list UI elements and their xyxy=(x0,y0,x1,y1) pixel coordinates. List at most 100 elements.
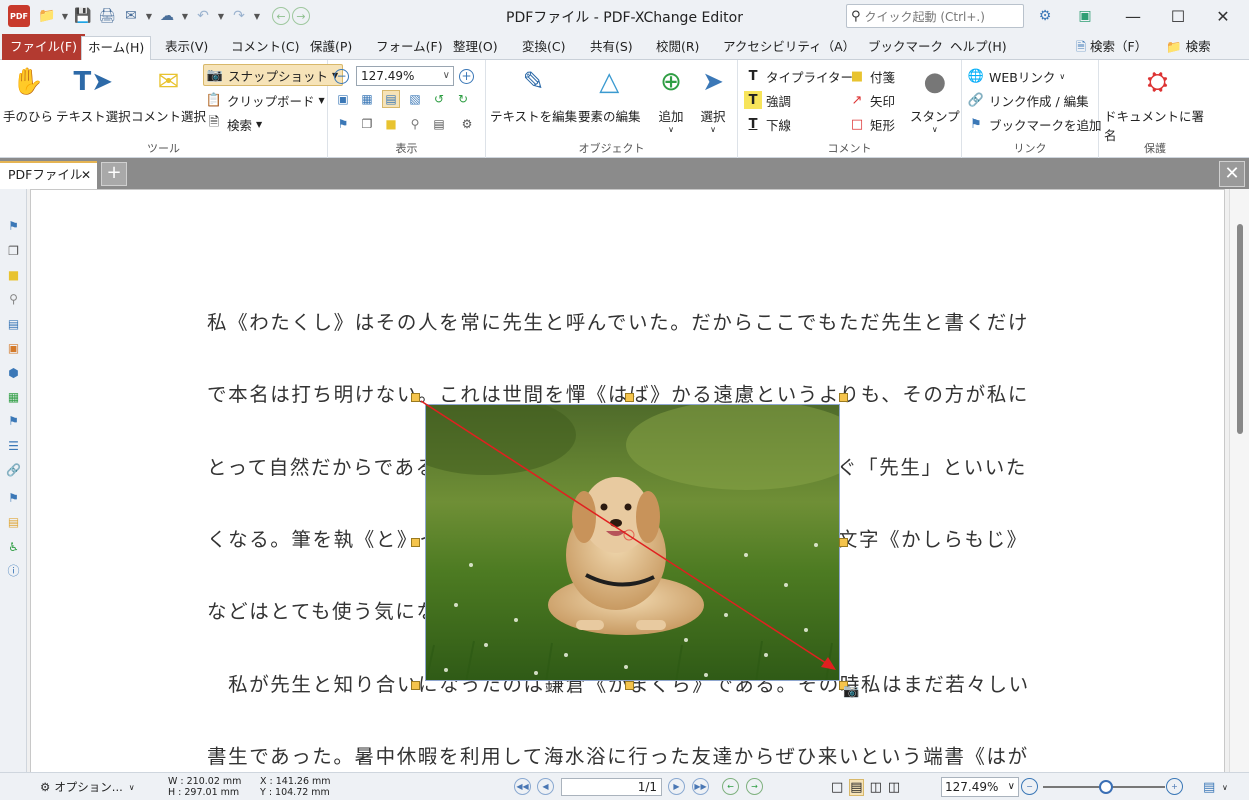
hand-tool-button[interactable]: ✋ 手のひら xyxy=(3,64,53,125)
tags-panel-icon[interactable]: ☰ xyxy=(5,437,22,454)
zoom-out-button[interactable]: − xyxy=(334,65,353,87)
menu-form[interactable]: フォーム(F) xyxy=(370,36,449,60)
comments-panel-icon[interactable]: ■ xyxy=(5,266,22,283)
chevron-down-icon[interactable]: ▼ xyxy=(216,5,226,27)
attachments-icon[interactable]: ⚲ xyxy=(406,115,424,133)
edit-text-button[interactable]: ✎ テキストを編集 xyxy=(490,64,577,125)
add-bookmark-button[interactable]: ⚑ ブックマークを追加 xyxy=(967,113,1101,135)
highlight-button[interactable]: T 強調 xyxy=(744,89,791,111)
menu-share[interactable]: 共有(S) xyxy=(584,36,639,60)
sticky-note-button[interactable]: ■ 付箋 xyxy=(848,65,895,87)
menu-file[interactable]: ファイル(F) xyxy=(2,34,85,60)
menu-organize[interactable]: 整理(O) xyxy=(447,36,504,60)
redo-icon[interactable]: ↷ xyxy=(228,5,250,27)
close-tab-icon[interactable]: ✕ xyxy=(81,163,91,187)
forward-view-button[interactable]: → xyxy=(746,778,763,795)
stamp-button[interactable]: ● スタンプ ∨ xyxy=(910,64,960,134)
chevron-down-icon[interactable]: ▼ xyxy=(180,5,190,27)
snapshot-button[interactable]: 📷 スナップショット ▼ xyxy=(203,64,344,86)
fit-width-icon[interactable]: ▤ xyxy=(382,90,400,108)
new-tab-button[interactable]: + xyxy=(101,162,127,186)
previous-page-button[interactable]: ◀ xyxy=(537,778,554,795)
underline-button[interactable]: T 下線 xyxy=(744,113,791,135)
attachments-panel-icon[interactable]: ⚲ xyxy=(5,290,22,307)
zoom-combo[interactable]: 127.49% ∨ xyxy=(356,66,454,86)
last-page-button[interactable]: ▶▶ xyxy=(692,778,709,795)
maximize-button[interactable]: ☐ xyxy=(1155,0,1201,32)
minimize-button[interactable]: — xyxy=(1110,0,1156,32)
continuous-facing-icon[interactable]: ◫ xyxy=(888,780,900,795)
scan-icon[interactable]: ☁ xyxy=(156,5,178,27)
menu-review[interactable]: 校閲(R) xyxy=(650,36,705,60)
app-icon[interactable]: PDF xyxy=(8,5,30,27)
menu-bookmark[interactable]: ブックマーク xyxy=(862,36,949,60)
add-button[interactable]: ⊕ 追加 ∨ xyxy=(654,64,688,134)
bookmarks-panel-icon[interactable]: ⚑ xyxy=(5,217,22,234)
page-number-field[interactable]: 1/1 xyxy=(561,778,662,796)
menu-view[interactable]: 表示(V) xyxy=(159,36,214,60)
full-screen-status-icon[interactable]: ▤ xyxy=(1203,773,1215,801)
continuous-page-icon[interactable]: ▤ xyxy=(849,778,864,796)
select-button[interactable]: ➤ 選択 ∨ xyxy=(696,64,730,134)
open-folder-icon[interactable]: 📁 xyxy=(36,5,58,27)
articles-panel-icon[interactable]: ▤ xyxy=(5,513,22,530)
comments-panel-icon[interactable]: ■ xyxy=(382,115,400,133)
find-menu-item[interactable]: 🗎 検索（F） xyxy=(1070,36,1153,60)
chevron-down-icon[interactable]: ▼ xyxy=(60,5,70,27)
menu-convert[interactable]: 変換(C) xyxy=(516,36,571,60)
status-zoom-combo[interactable]: 127.49% ∨ xyxy=(941,777,1019,797)
document-tab[interactable]: PDFファイル ✕ xyxy=(0,161,97,189)
save-icon[interactable]: 💾 xyxy=(72,5,94,27)
zoom-slider-knob[interactable] xyxy=(1099,780,1113,794)
text-select-button[interactable]: T➤ テキスト選択 xyxy=(56,64,131,125)
accessibility-panel-icon[interactable]: ♿ xyxy=(5,538,22,555)
menu-accessibility[interactable]: アクセシビリティ（A） xyxy=(717,36,861,60)
bookmarks-panel-icon[interactable]: ⚑ xyxy=(334,115,352,133)
create-link-button[interactable]: 🔗 リンク作成 / 編集 xyxy=(967,89,1089,111)
fit-visible-icon[interactable]: ▧ xyxy=(406,90,424,108)
close-document-button[interactable]: ✕ xyxy=(1219,161,1245,187)
layers-panel-icon[interactable]: ▤ xyxy=(5,315,22,332)
chevron-down-icon[interactable]: ▼ xyxy=(252,5,262,27)
chevron-down-icon[interactable]: ∨ xyxy=(1222,773,1228,801)
vertical-scrollbar-thumb[interactable] xyxy=(1237,224,1243,434)
info-panel-icon[interactable]: ⓘ xyxy=(5,562,22,579)
signatures-panel-icon[interactable]: ▣ xyxy=(5,339,22,356)
undo-icon[interactable]: ↶ xyxy=(192,5,214,27)
facing-pages-icon[interactable]: ◫ xyxy=(870,780,882,795)
quick-launch-search[interactable]: ⚲ クイック起動 (Ctrl+.) xyxy=(846,4,1024,28)
pages-panel-icon[interactable]: ❐ xyxy=(358,115,376,133)
back-icon[interactable]: ← xyxy=(272,7,290,25)
actual-size-icon[interactable]: ▣ xyxy=(334,90,352,108)
zoom-in-status-button[interactable]: + xyxy=(1166,778,1183,795)
model-tree-icon[interactable]: ⬢ xyxy=(5,364,22,381)
typewriter-button[interactable]: T タイプライター xyxy=(744,65,853,87)
customize-icon[interactable]: ⚙ xyxy=(1033,5,1057,27)
forward-icon[interactable]: → xyxy=(292,7,310,25)
vertical-scrollbar[interactable] xyxy=(1229,189,1249,772)
sign-document-button[interactable]: ⛭ ドキュメントに署名 xyxy=(1104,64,1211,144)
menu-home[interactable]: ホーム(H) xyxy=(81,36,152,61)
options-button[interactable]: ⚙ オプション... ∨ xyxy=(40,773,135,801)
thumbnails-panel-icon[interactable]: ❐ xyxy=(5,242,22,259)
email-icon[interactable]: ✉ xyxy=(120,5,142,27)
document-properties-icon[interactable]: ⚙ xyxy=(458,115,476,133)
content-panel-icon[interactable]: ▦ xyxy=(5,388,22,405)
document-viewport[interactable]: 私《わたくし》はその人を常に先生と呼んでいた。だからここでもただ先生と書くだけ … xyxy=(27,189,1229,772)
menu-comment[interactable]: コメント(C) xyxy=(225,36,305,60)
web-link-button[interactable]: 🌐 WEBリンク ∨ xyxy=(967,65,1065,87)
links-panel-icon[interactable]: 🔗 xyxy=(5,461,22,478)
properties-icon[interactable]: ▤ xyxy=(430,115,448,133)
search-menu-item[interactable]: 📁 検索 xyxy=(1160,36,1217,60)
fields-panel-icon[interactable]: ⚑ xyxy=(5,489,22,506)
clipboard-button[interactable]: 📋 クリップボード ▼ xyxy=(205,89,325,111)
print-icon[interactable]: 🖨 xyxy=(96,5,118,27)
zoom-out-status-button[interactable]: − xyxy=(1021,778,1038,795)
fit-page-icon[interactable]: ▦ xyxy=(358,90,376,108)
zoom-in-button[interactable]: + xyxy=(459,65,478,87)
comment-select-button[interactable]: ✉ コメント選択 xyxy=(131,64,206,125)
arrow-button[interactable]: ↗ 矢印 xyxy=(848,89,895,111)
find-button[interactable]: 🗎 検索 ▼ xyxy=(205,113,262,135)
single-page-icon[interactable]: □ xyxy=(831,780,843,795)
next-page-button[interactable]: ▶ xyxy=(668,778,685,795)
